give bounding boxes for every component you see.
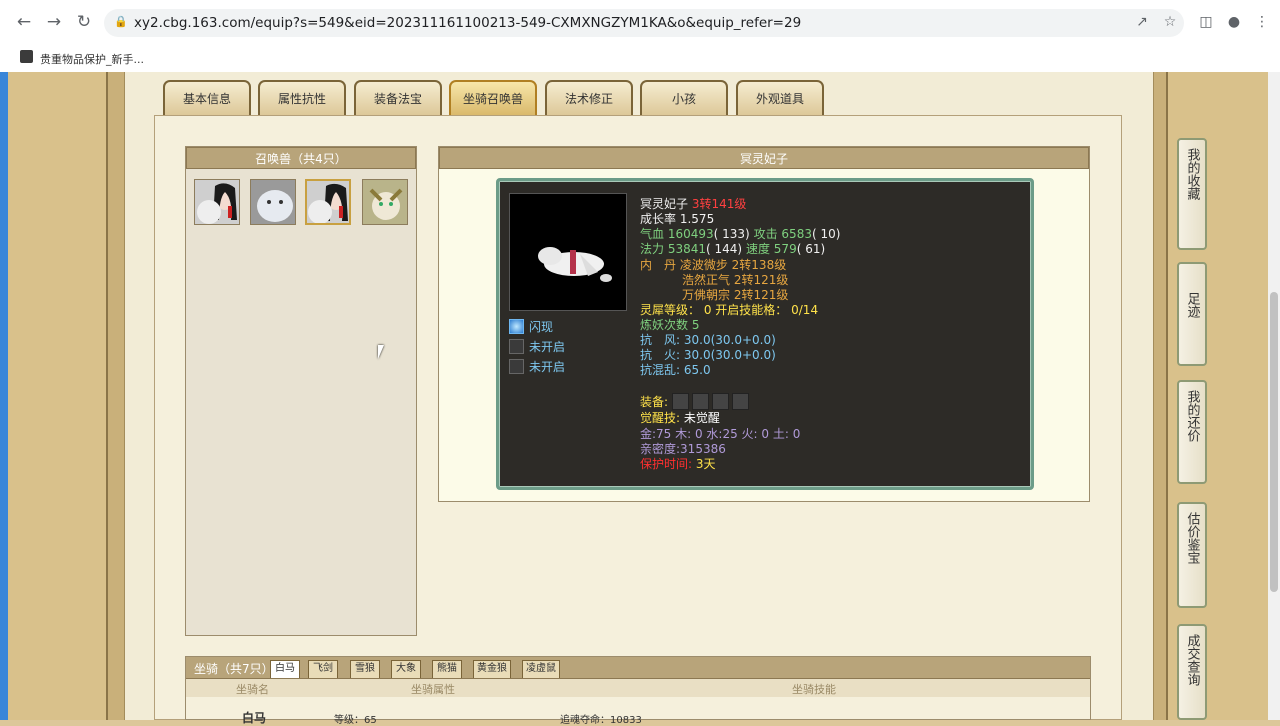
mount-header: 坐骑（共7只） 白马 飞剑 雪狼 大象 熊猫 黄金狼 凌虚鼠 xyxy=(186,657,1090,679)
mount-tab-5[interactable]: 黄金狼 xyxy=(473,660,511,678)
intimacy-line: 亲密度:315386 xyxy=(640,442,726,456)
skill-flash-icon xyxy=(509,319,524,334)
pet-thumb-3-selected[interactable] xyxy=(305,179,351,225)
growth-line: 成长率 1.575 xyxy=(640,212,715,226)
lock-icon: 🔒 xyxy=(114,15,128,28)
forward-icon[interactable]: → xyxy=(44,12,64,32)
bookmark-star-icon[interactable]: ☆ xyxy=(1160,12,1180,32)
tab-child[interactable]: 小孩 xyxy=(640,80,728,116)
address-bar[interactable]: 🔒 xy2.cbg.163.com/equip?s=549&eid=202311… xyxy=(104,9,1184,37)
lingxi-line: 灵犀等级： 0 开启技能格： 0/14 xyxy=(640,303,819,317)
tab-equipment[interactable]: 装备法宝 xyxy=(354,80,442,116)
neidan-line-1: 内 丹 凌波微步 2转138级 xyxy=(640,258,787,272)
nav-history[interactable]: 足迹 xyxy=(1177,262,1207,366)
tab-spell-mod[interactable]: 法术修正 xyxy=(545,80,633,116)
tab-basic-info[interactable]: 基本信息 xyxy=(163,80,251,116)
tab-appearance[interactable]: 外观道具 xyxy=(736,80,824,116)
mount-tab-0[interactable]: 白马 xyxy=(270,660,300,678)
bookmark-item[interactable]: 贵重物品保护_新手... xyxy=(40,51,144,67)
mount-row: 白马 等级：65 追魂夺命：10833 xyxy=(186,697,1090,726)
col-mount-attr: 坐骑属性 xyxy=(411,683,455,696)
url-text[interactable]: xy2.cbg.163.com/equip?s=549&eid=20231116… xyxy=(134,15,801,31)
res-chaos-line: 抗混乱: 65.0 xyxy=(640,363,711,377)
pet-avatar-icon xyxy=(251,180,295,224)
col-mount-name: 坐骑名 xyxy=(236,683,269,696)
mount-row-attr: 等级：65 xyxy=(334,715,377,726)
pet-model-icon xyxy=(538,247,612,282)
equip-line: 装备: xyxy=(640,393,752,413)
page-scrollbar[interactable] xyxy=(1268,72,1280,720)
sidepanel-icon[interactable]: ◫ xyxy=(1196,12,1216,32)
right-side-nav: 我的收藏 足迹 我的还价 估价鉴宝 成交查询 xyxy=(1173,72,1213,720)
share-icon[interactable]: ↗ xyxy=(1132,12,1152,32)
protect-line: 保护时间: 3天 xyxy=(640,457,716,471)
pet-thumb-4[interactable] xyxy=(362,179,408,225)
tab-mount-pet[interactable]: 坐骑召唤兽 xyxy=(449,80,537,116)
pet-thumb-2[interactable] xyxy=(250,179,296,225)
neidan-line-2: 浩然正气 2转121级 xyxy=(682,273,789,287)
nav-counteroffer[interactable]: 我的还价 xyxy=(1177,380,1207,484)
pet-thumb-1[interactable] xyxy=(194,179,240,225)
skill-1[interactable]: 闪现 xyxy=(509,318,553,336)
col-mount-skill: 坐骑技能 xyxy=(792,683,836,696)
pet-info-card: 闪现 未开启 未开启 冥灵妃子 3转141级 成长率 1.575 气血 1604… xyxy=(496,178,1034,490)
browser-toolbar: ← → ↻ 🔒 xy2.cbg.163.com/equip?s=549&eid=… xyxy=(0,0,1280,44)
lianyao-line: 炼妖次数 5 xyxy=(640,318,700,332)
mount-tab-2[interactable]: 雪狼 xyxy=(350,660,380,678)
skill-2[interactable]: 未开启 xyxy=(509,338,565,356)
equip-slot-icon xyxy=(712,393,730,410)
equip-slot-icon xyxy=(672,393,690,410)
res-fire-line: 抗 火: 30.0(30.0+0.0) xyxy=(640,348,776,362)
pet-avatar-icon xyxy=(307,181,349,223)
skill-locked-icon xyxy=(509,339,524,354)
mount-title: 坐骑（共7只） xyxy=(194,662,274,676)
elements-line: 金:75 木: 0 水:25 火: 0 土: 0 xyxy=(640,427,801,441)
reload-icon[interactable]: ↻ xyxy=(74,12,94,32)
mount-tab-3[interactable]: 大象 xyxy=(391,660,421,678)
menu-icon[interactable]: ⋮ xyxy=(1252,12,1272,32)
pet-list-panel: 召唤兽（共4只） xyxy=(185,146,417,636)
mouse-cursor-icon xyxy=(378,345,390,359)
awaken-line: 觉醒技: 未觉醒 xyxy=(640,411,720,425)
mount-row-name: 白马 xyxy=(242,711,267,725)
skill-locked-icon xyxy=(509,359,524,374)
pet-name-line: 冥灵妃子 3转141级 xyxy=(640,197,747,211)
mount-row-skill: 追魂夺命：10833 xyxy=(560,715,642,726)
scrollbar-thumb[interactable] xyxy=(1270,292,1278,592)
nav-appraisal[interactable]: 估价鉴宝 xyxy=(1177,502,1207,608)
skill-3[interactable]: 未开启 xyxy=(509,358,565,376)
bookmark-favicon-icon xyxy=(20,50,33,63)
nav-deal-query[interactable]: 成交查询 xyxy=(1177,624,1207,720)
mount-tab-1[interactable]: 飞剑 xyxy=(308,660,338,678)
mount-tab-6[interactable]: 凌虚鼠 xyxy=(522,660,560,678)
pet-avatar-icon xyxy=(195,180,239,224)
mount-panel: 坐骑（共7只） 白马 飞剑 雪狼 大象 熊猫 黄金狼 凌虚鼠 坐骑名 坐骑属性 … xyxy=(185,656,1091,726)
equip-slot-icon xyxy=(692,393,710,410)
pet-list-title: 召唤兽（共4只） xyxy=(186,147,416,169)
mount-tab-4[interactable]: 熊猫 xyxy=(432,660,462,678)
neidan-line-3: 万佛朝宗 2转121级 xyxy=(682,288,789,302)
hp-atk-line: 气血 160493( 133) 攻击 6583( 10) xyxy=(640,227,841,241)
nav-favorites[interactable]: 我的收藏 xyxy=(1177,138,1207,250)
tab-attributes[interactable]: 属性抗性 xyxy=(258,80,346,116)
mp-spd-line: 法力 53841( 144) 速度 579( 61) xyxy=(640,242,826,256)
left-edge-bar xyxy=(0,72,8,720)
pet-detail-title: 冥灵妃子 xyxy=(439,147,1089,169)
res-wind-line: 抗 风: 30.0(30.0+0.0) xyxy=(640,333,776,347)
pet-avatar-icon xyxy=(363,180,407,224)
equip-slot-icon xyxy=(732,393,750,410)
profile-icon[interactable]: ● xyxy=(1224,12,1244,32)
pet-portrait xyxy=(509,193,627,311)
mount-column-headers: 坐骑名 坐骑属性 坐骑技能 xyxy=(186,679,1090,697)
back-icon[interactable]: ← xyxy=(14,12,34,32)
